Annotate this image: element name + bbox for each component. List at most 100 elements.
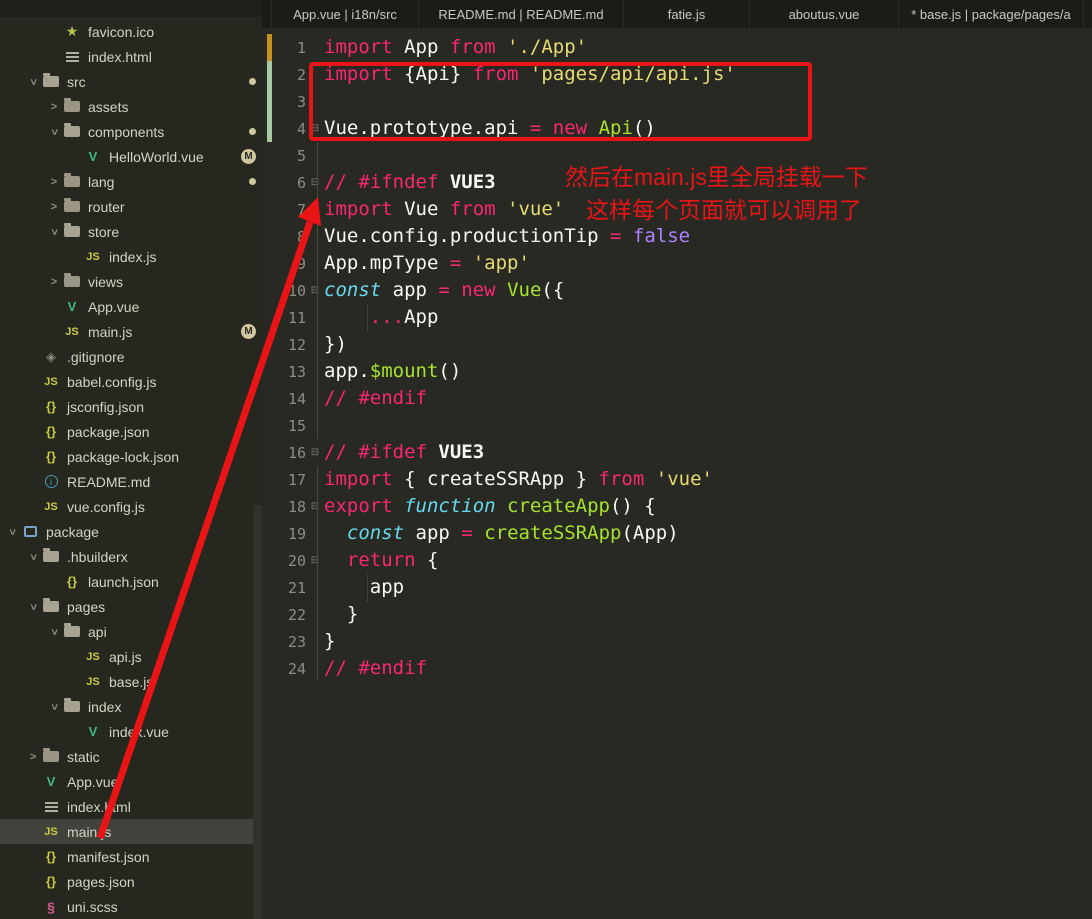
tree-item-jsconfig-json[interactable]: {} jsconfig.json [0,394,262,419]
tree-item-label: App.vue [67,773,119,790]
tree-item-main-js[interactable]: JS main.js M [0,319,262,344]
tree-item-views[interactable]: > views [0,269,262,294]
line-number: 21 [287,578,306,597]
code-line-11[interactable]: 11 ...App [262,304,1092,331]
chevron-right-icon[interactable]: > [46,101,62,113]
code-line-14[interactable]: 14 // #endif [262,385,1092,412]
code-line-19[interactable]: 19 const app = createSSRApp(App) [262,520,1092,547]
fold-toggle-icon[interactable]: ⊟ [306,555,324,566]
tree-item-label: components [88,123,165,140]
code-line-21[interactable]: 21 app [262,574,1092,601]
tree-item-assets[interactable]: > assets [0,94,262,119]
tab-app-vue-i18n-src[interactable]: App.vue | i18n/src [271,0,418,28]
code-line-3[interactable]: 3 [262,88,1092,115]
tree-item-babel-config-js[interactable]: JS babel.config.js [0,369,262,394]
tree-item-helloworld-vue[interactable]: V HelloWorld.vue M [0,144,262,169]
braces-icon: {} [66,574,78,589]
code-line-22[interactable]: 22 } [262,601,1092,628]
code-line-4[interactable]: 4 ⊟ Vue.prototype.api = new Api() [262,115,1092,142]
code-line-17[interactable]: 17 import { createSSRApp } from 'vue' [262,466,1092,493]
chevron-down-icon[interactable]: > [27,549,39,565]
tree-item-lang[interactable]: > lang [0,169,262,194]
code-text: const app = new Vue({ [324,279,565,301]
tree-item-router[interactable]: > router [0,194,262,219]
tree-item-index-html[interactable]: index.html [0,44,262,69]
chevron-right-icon[interactable]: > [25,751,41,763]
tree-item-app-vue[interactable]: V App.vue [0,769,262,794]
sidebar-scrollbar-thumb[interactable] [253,505,262,919]
tree-item-index-vue[interactable]: Vindex.vue [0,719,262,744]
tree-item-api[interactable]: > api [0,619,262,644]
chevron-right-icon[interactable]: > [46,201,62,213]
tree-item-gitignore[interactable]: ◈ .gitignore [0,344,262,369]
tree-item-index-html[interactable]: index.html [0,794,262,819]
tree-item-components[interactable]: > components [0,119,262,144]
tree-item-favicon-ico[interactable]: ★ favicon.ico [0,19,262,44]
tree-item-launch-json[interactable]: {} launch.json [0,569,262,594]
chevron-down-icon[interactable]: > [48,699,60,715]
js-icon: JS [44,825,58,838]
fold-toggle-icon[interactable]: ⊟ [306,177,324,188]
git-gutter-marker [267,61,272,88]
tree-item-package[interactable]: > package [0,519,262,544]
tree-item-main-js[interactable]: JS main.js [0,819,262,844]
tree-item-app-vue[interactable]: V App.vue [0,294,262,319]
tab-base-js-package-pages-a[interactable]: * base.js | package/pages/a [898,0,1084,28]
code-line-5[interactable]: 5 [262,142,1092,169]
tree-item-src[interactable]: > src [0,69,262,94]
tab-aboutus-vue[interactable]: aboutus.vue [749,0,898,28]
tree-item-package-json[interactable]: {} package.json [0,419,262,444]
code-line-12[interactable]: 12}) [262,331,1092,358]
tree-item-store[interactable]: > store [0,219,262,244]
tree-item-pages[interactable]: > pages [0,594,262,619]
tab-fatie-js[interactable]: fatie.js [623,0,749,28]
line-number: 16 [287,443,306,462]
chevron-right-icon[interactable]: > [46,276,62,288]
tree-item-package-lock-json[interactable]: {} package-lock.json [0,444,262,469]
tree-item-vue-config-js[interactable]: JS vue.config.js [0,494,262,519]
code-line-23[interactable]: 23} [262,628,1092,655]
code-line-2[interactable]: 2 import {Api} from 'pages/api/api.js' [262,61,1092,88]
tree-item-pages-json[interactable]: {} pages.json [0,869,262,894]
tree-item-uni-scss[interactable]: § uni.scss [0,894,262,919]
code-line-8[interactable]: 8 Vue.config.productionTip = false [262,223,1092,250]
code-line-13[interactable]: 13 app.$mount() [262,358,1092,385]
fold-toggle-icon[interactable]: ⊟ [306,447,324,458]
code-line-7[interactable]: 7 import Vue from 'vue' [262,196,1092,223]
tree-item-index-js[interactable]: JS index.js [0,244,262,269]
tree-item-manifest-json[interactable]: {} manifest.json [0,844,262,869]
code-text: app [324,576,405,598]
tree-item-index[interactable]: > index [0,694,262,719]
code-line-15[interactable]: 15 [262,412,1092,439]
fold-toggle-icon[interactable]: ⊟ [306,501,324,512]
code-line-10[interactable]: 10 ⊟ const app = new Vue({ [262,277,1092,304]
code-line-1[interactable]: 1 import App from './App' [262,34,1092,61]
tab-readme-md-readme-md[interactable]: README.md | README.md [418,0,623,28]
chevron-down-icon[interactable]: > [27,74,39,90]
line-number: 13 [287,362,306,381]
tab-label: * base.js | package/pages/a [911,6,1071,22]
code-editor[interactable]: 1 import App from './App' 2 import {Api} fr… [262,28,1092,919]
code-line-9[interactable]: 9 App.mpType = 'app' [262,250,1092,277]
code-line-16[interactable]: 16 ⊟// #ifdef VUE3 [262,439,1092,466]
chevron-down-icon[interactable]: > [27,599,39,615]
fold-toggle-icon[interactable]: ⊟ [306,123,324,134]
folder-icon [62,198,82,212]
code-line-18[interactable]: 18 ⊟ export function createApp() { [262,493,1092,520]
code-line-6[interactable]: 6 ⊟// #ifndef VUE3 [262,169,1092,196]
tree-item-base-js[interactable]: JS base.js [0,669,262,694]
code-line-20[interactable]: 20 ⊟ return { [262,547,1092,574]
code-text: import App from './App' [324,36,588,58]
chevron-down-icon[interactable]: > [6,524,18,540]
chevron-right-icon[interactable]: > [46,176,62,188]
fold-toggle-icon[interactable]: ⊟ [306,285,324,296]
code-line-24[interactable]: 24 // #endif [262,655,1092,682]
tree-item-label: .hbuilderx [67,548,128,565]
tree-item-readme-md[interactable]: i README.md [0,469,262,494]
tree-item-static[interactable]: > static [0,744,262,769]
chevron-down-icon[interactable]: > [48,224,60,240]
tree-item-api-js[interactable]: JS api.js [0,644,262,669]
chevron-down-icon[interactable]: > [48,124,60,140]
chevron-down-icon[interactable]: > [48,624,60,640]
tree-item-hbuilderx[interactable]: > .hbuilderx [0,544,262,569]
